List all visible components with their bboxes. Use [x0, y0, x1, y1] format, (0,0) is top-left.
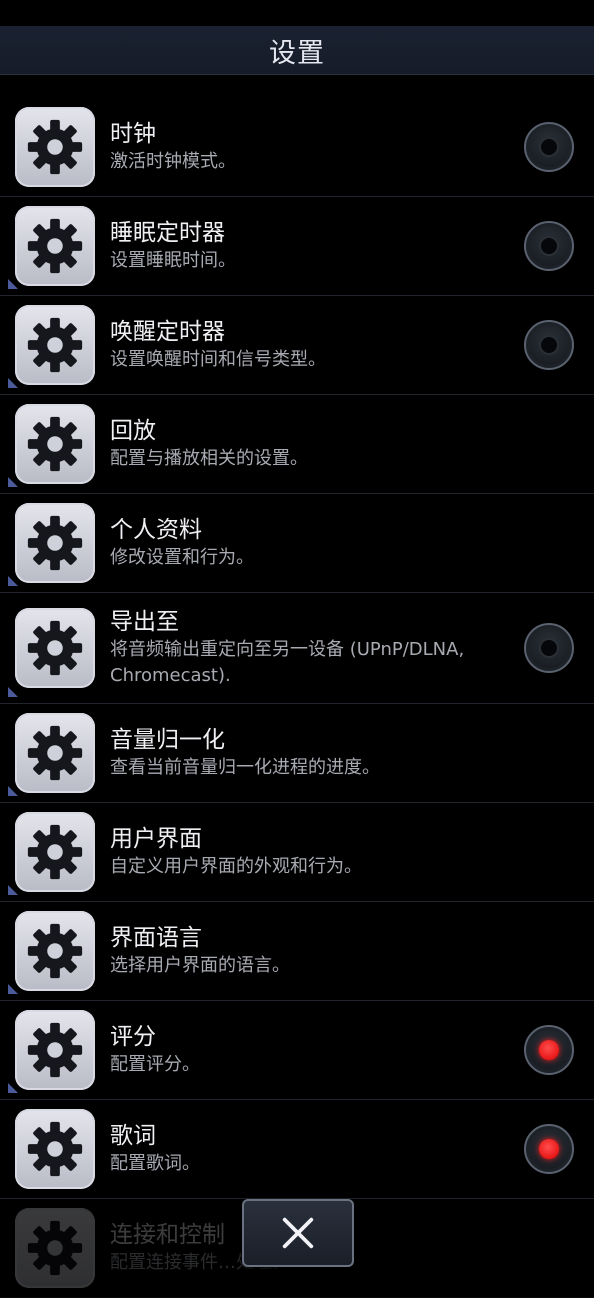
corner-indicator — [8, 984, 18, 994]
setting-item-wake-timer[interactable]: 唤醒定时器 设置唤醒时间和信号类型。 — [0, 296, 594, 395]
close-button[interactable] — [242, 1199, 354, 1267]
setting-title: 个人资料 — [110, 517, 202, 543]
gear-icon — [15, 1010, 95, 1090]
corner-indicator — [8, 1083, 18, 1093]
setting-item-volume-normalization[interactable]: 音量归一化 查看当前音量归一化进程的进度。 — [0, 704, 594, 803]
corner-indicator — [8, 786, 18, 796]
gear-icon — [15, 608, 95, 688]
setting-subtitle: 选择用户界面的语言。 — [110, 955, 290, 976]
sleep-timer-toggle[interactable] — [524, 221, 574, 271]
setting-item-user-interface[interactable]: 用户界面 自定义用户界面的外观和行为。 — [0, 803, 594, 902]
setting-item-language[interactable]: 界面语言 选择用户界面的语言。 — [0, 902, 594, 1001]
setting-title: 睡眠定时器 — [110, 220, 225, 246]
setting-title: 回放 — [110, 418, 156, 444]
setting-subtitle: 设置唤醒时间和信号类型。 — [110, 349, 326, 370]
setting-subtitle: 配置与播放相关的设置。 — [110, 448, 308, 469]
wake-timer-toggle[interactable] — [524, 320, 574, 370]
setting-item-output[interactable]: 导出至 将音频输出重定向至另一设备 (UPnP/DLNA, Chromecast… — [0, 593, 594, 704]
gear-icon — [15, 206, 95, 286]
setting-subtitle: 查看当前音量归一化进程的进度。 — [110, 757, 380, 778]
setting-subtitle: 设置睡眠时间。 — [110, 250, 236, 271]
gear-icon — [15, 503, 95, 583]
setting-title: 导出至 — [110, 609, 179, 635]
setting-subtitle: 激活时钟模式。 — [110, 151, 236, 172]
corner-indicator — [8, 477, 18, 487]
setting-title: 唤醒定时器 — [110, 319, 225, 345]
gear-icon — [15, 107, 95, 187]
setting-subtitle: 自定义用户界面的外观和行为。 — [110, 856, 362, 877]
page-title: 设置 — [269, 37, 325, 69]
gear-icon — [15, 1208, 95, 1288]
gear-icon — [15, 812, 95, 892]
setting-title: 时钟 — [110, 121, 156, 147]
output-toggle[interactable] — [524, 623, 574, 673]
lyrics-toggle[interactable] — [524, 1124, 574, 1174]
corner-indicator — [8, 576, 18, 586]
status-bar-area — [0, 0, 594, 26]
setting-title: 评分 — [110, 1024, 156, 1050]
setting-subtitle: 修改设置和行为。 — [110, 547, 254, 568]
setting-title: 界面语言 — [110, 925, 202, 951]
setting-item-rating[interactable]: 评分 配置评分。 — [0, 1001, 594, 1100]
setting-item-playback[interactable]: 回放 配置与播放相关的设置。 — [0, 395, 594, 494]
title-bar: 设置 — [0, 26, 594, 75]
rating-toggle[interactable] — [524, 1025, 574, 1075]
gear-icon — [15, 1109, 95, 1189]
corner-indicator — [8, 885, 18, 895]
setting-title: 用户界面 — [110, 826, 202, 852]
gear-icon — [15, 713, 95, 793]
corner-indicator — [8, 378, 18, 388]
setting-item-lyrics[interactable]: 歌词 配置歌词。 — [0, 1100, 594, 1199]
gear-icon — [15, 305, 95, 385]
setting-item-clock[interactable]: 时钟 激活时钟模式。 — [0, 98, 594, 197]
gear-icon — [15, 911, 95, 991]
setting-subtitle: 配置评分。 — [110, 1054, 200, 1075]
clock-toggle[interactable] — [524, 122, 574, 172]
setting-item-sleep-timer[interactable]: 睡眠定时器 设置睡眠时间。 — [0, 197, 594, 296]
close-icon — [282, 1217, 314, 1249]
setting-title: 音量归一化 — [110, 727, 225, 753]
setting-subtitle: 配置歌词。 — [110, 1153, 200, 1174]
setting-item-profile[interactable]: 个人资料 修改设置和行为。 — [0, 494, 594, 593]
setting-subtitle: 将音频输出重定向至另一设备 (UPnP/DLNA, Chromecast). — [110, 639, 465, 686]
corner-indicator — [8, 687, 18, 697]
setting-title: 歌词 — [110, 1123, 156, 1149]
settings-list: 时钟 激活时钟模式。 睡眠定时器 设置睡眠时间。 唤醒定时器 设置唤醒时间和信号… — [0, 98, 594, 1298]
gear-icon — [15, 404, 95, 484]
corner-indicator — [8, 279, 18, 289]
